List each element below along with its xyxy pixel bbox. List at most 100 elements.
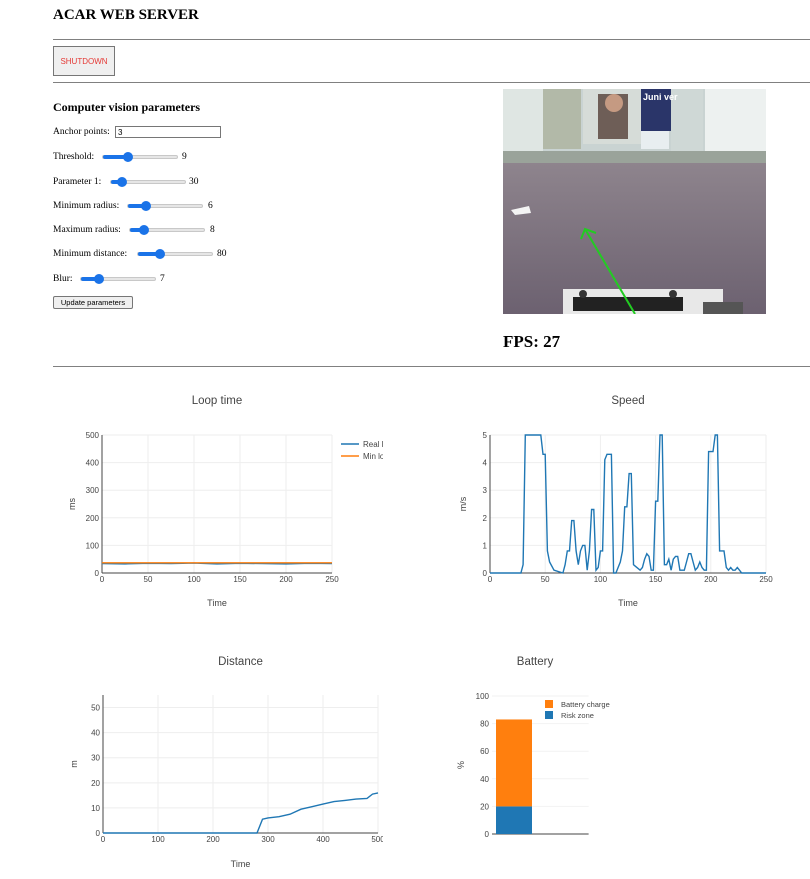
divider [53, 39, 810, 40]
legend-label: Real loop time [363, 440, 383, 449]
min-distance-slider[interactable] [137, 249, 213, 259]
update-parameters-button[interactable]: Update parameters [53, 296, 133, 309]
x-tick-label: 0 [488, 575, 493, 584]
threshold-label: Threshold: [53, 152, 95, 162]
chart-title: Loop time [192, 395, 243, 407]
y-tick-label: 0 [96, 829, 101, 838]
y-tick-label: 500 [86, 431, 100, 440]
slider-thumb[interactable] [94, 274, 104, 284]
parameter1-slider[interactable] [110, 177, 186, 187]
camera-feed: Juni ver [503, 89, 766, 314]
app-title: ACAR WEB SERVER [53, 7, 199, 23]
y-tick-label: 4 [483, 459, 488, 468]
y-tick-label: 100 [476, 692, 490, 701]
series-line [490, 434, 766, 574]
x-tick-label: 200 [206, 835, 220, 844]
threshold-value: 9 [182, 152, 187, 162]
anchor-points-label: Anchor points: [53, 127, 110, 137]
x-tick-label: 50 [541, 575, 550, 584]
y-tick-label: 80 [480, 720, 489, 729]
slider-thumb[interactable] [117, 177, 127, 187]
y-axis-label: m/s [460, 496, 468, 511]
anchor-points-input[interactable] [115, 126, 221, 138]
max-radius-label: Maximum radius: [53, 225, 121, 235]
divider [53, 366, 810, 367]
x-axis-label: Time [231, 859, 251, 869]
y-tick-label: 3 [483, 486, 488, 495]
x-tick-label: 200 [704, 575, 718, 584]
chart-title: Speed [611, 395, 644, 407]
y-tick-label: 0 [95, 569, 100, 578]
legend-label: Min loop time [363, 452, 383, 461]
y-tick-label: 20 [480, 802, 489, 811]
slider-thumb[interactable] [123, 152, 133, 162]
x-tick-label: 100 [594, 575, 608, 584]
legend-swatch [545, 700, 553, 708]
fps-readout: FPS: 27 [503, 332, 561, 351]
y-tick-label: 30 [91, 754, 100, 763]
x-tick-label: 200 [279, 575, 293, 584]
y-tick-label: 200 [86, 514, 100, 523]
blur-slider[interactable] [80, 274, 156, 284]
y-tick-label: 40 [91, 729, 100, 738]
x-tick-label: 150 [649, 575, 663, 584]
x-tick-label: 0 [101, 835, 106, 844]
x-tick-label: 250 [759, 575, 773, 584]
parameter1-label: Parameter 1: [53, 177, 102, 187]
cv-params-title: Computer vision parameters [53, 100, 201, 114]
x-tick-label: 150 [233, 575, 247, 584]
loop-time-chart: Loop time 0 50 100 150 200 250 0 100 200 300 400 500… [67, 395, 383, 608]
x-tick-label: 400 [316, 835, 330, 844]
x-tick-label: 100 [187, 575, 201, 584]
min-radius-slider[interactable] [127, 201, 203, 211]
x-tick-label: 100 [151, 835, 165, 844]
slider-thumb[interactable] [141, 201, 151, 211]
y-tick-label: 10 [91, 804, 100, 813]
min-distance-value: 80 [217, 249, 227, 259]
y-tick-label: 20 [91, 779, 100, 788]
legend-label: Battery charge [561, 700, 610, 709]
y-tick-label: 300 [86, 486, 100, 495]
series-line [103, 792, 379, 834]
y-tick-label: 60 [480, 747, 489, 756]
min-radius-value: 6 [208, 201, 213, 211]
bar-segment [496, 806, 532, 834]
y-axis-label: ms [67, 498, 77, 510]
blur-value: 7 [160, 274, 165, 284]
x-tick-label: 50 [144, 575, 153, 584]
distance-chart: Distance 0 100 200 300 400 500 0 10 20 30 40 50 Time m [69, 656, 383, 869]
x-tick-label: 500 [371, 835, 383, 844]
max-radius-slider[interactable] [129, 225, 205, 235]
threshold-slider[interactable] [102, 152, 178, 162]
x-tick-label: 250 [325, 575, 339, 584]
battery-chart: Battery 0 20 40 60 80 100% Battery charge Risk z… [456, 656, 610, 839]
min-radius-label: Minimum radius: [53, 201, 120, 211]
camera-image: Juni ver [503, 89, 766, 314]
y-tick-label: 50 [91, 704, 100, 713]
y-tick-label: 2 [483, 514, 488, 523]
legend-label: Risk zone [561, 711, 594, 720]
y-tick-label: 0 [485, 830, 490, 839]
legend-swatch [545, 711, 553, 719]
speed-chart: Speed 0 50 100 150 200 250 0 1 2 3 4 5 Time m/s [460, 395, 773, 608]
y-tick-label: 1 [483, 541, 488, 550]
y-tick-label: 400 [86, 459, 100, 468]
parameter1-value: 30 [189, 177, 199, 187]
slider-thumb[interactable] [139, 225, 149, 235]
sign-text: Juni ver [643, 92, 678, 102]
x-tick-label: 300 [261, 835, 275, 844]
x-axis-label: Time [618, 598, 638, 608]
shutdown-button[interactable]: SHUTDOWN [53, 46, 115, 76]
divider [53, 82, 810, 83]
y-axis-label: % [456, 761, 466, 769]
y-tick-label: 100 [86, 541, 100, 550]
blur-label: Blur: [53, 274, 73, 284]
max-radius-value: 8 [210, 225, 215, 235]
chart-title: Battery [517, 656, 554, 668]
y-tick-label: 5 [483, 431, 488, 440]
bar-segment [496, 719, 532, 807]
y-tick-label: 0 [483, 569, 488, 578]
y-axis-label: m [69, 760, 79, 768]
slider-thumb[interactable] [155, 249, 165, 259]
chart-title: Distance [218, 656, 263, 668]
